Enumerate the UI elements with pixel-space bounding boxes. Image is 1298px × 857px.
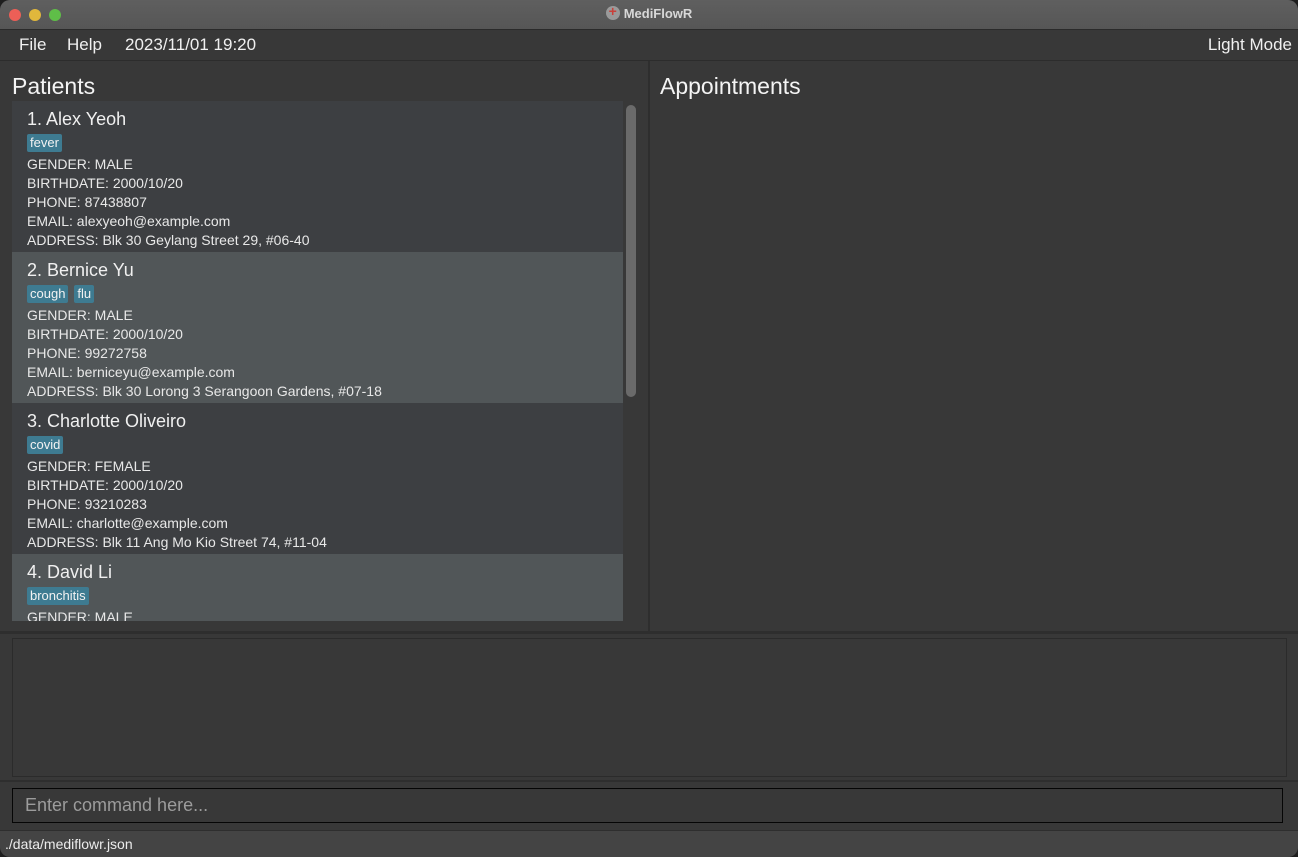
patient-address: ADDRESS: Blk 11 Ang Mo Kio Street 74, #1…	[27, 534, 327, 550]
window-title-text: MediFlowR	[623, 6, 693, 21]
patient-address: ADDRESS: Blk 30 Lorong 3 Serangoon Garde…	[27, 383, 382, 399]
patient-birthdate: BIRTHDATE: 2000/10/20	[27, 175, 183, 191]
patient-phone: PHONE: 99272758	[27, 345, 147, 361]
patient-card[interactable]: 1. Alex Yeoh fever GENDER: MALE BIRTHDAT…	[12, 101, 623, 252]
command-input[interactable]	[12, 788, 1283, 823]
patient-email: EMAIL: charlotte@example.com	[27, 515, 228, 531]
patient-tags: cough flu	[27, 285, 623, 304]
patient-gender: GENDER: MALE	[27, 609, 133, 621]
tag: flu	[74, 285, 95, 303]
patient-phone: PHONE: 93210283	[27, 496, 147, 512]
patient-birthdate: BIRTHDATE: 2000/10/20	[27, 326, 183, 342]
patient-gender: GENDER: MALE	[27, 307, 133, 323]
menu-help[interactable]: Help	[67, 35, 102, 55]
light-mode-toggle[interactable]: Light Mode	[1208, 35, 1292, 55]
title-bar: MediFlowR	[0, 0, 1298, 30]
divider	[0, 780, 1298, 782]
patient-list: 1. Alex Yeoh fever GENDER: MALE BIRTHDAT…	[12, 101, 623, 621]
save-file-path: ./data/mediflowr.json	[5, 836, 133, 852]
patient-card[interactable]: 4. David Li bronchitis GENDER: MALE	[12, 554, 623, 621]
tag: fever	[27, 134, 62, 152]
tag: covid	[27, 436, 64, 454]
patient-gender: GENDER: FEMALE	[27, 458, 151, 474]
patient-name: 2. Bernice Yu	[27, 260, 134, 280]
patient-tags: fever	[27, 134, 623, 153]
appointments-title: Appointments	[660, 73, 801, 99]
app-window: MediFlowR File Help 2023/11/01 19:20 Lig…	[0, 0, 1298, 857]
tag: bronchitis	[27, 587, 89, 605]
divider	[0, 631, 1298, 634]
tag: cough	[27, 285, 69, 303]
patients-title: Patients	[12, 73, 96, 99]
patient-tags: covid	[27, 436, 623, 455]
patient-card[interactable]: 3. Charlotte Oliveiro covid GENDER: FEMA…	[12, 403, 623, 554]
patient-card[interactable]: 2. Bernice Yu cough flu GENDER: MALE BIRT…	[12, 252, 623, 403]
appointments-panel: Appointments	[650, 61, 1298, 631]
medical-cross-icon	[605, 3, 620, 20]
patient-email: EMAIL: alexyeoh@example.com	[27, 213, 231, 229]
menu-bar: File Help 2023/11/01 19:20 Light Mode	[0, 30, 1298, 61]
patient-tags: bronchitis	[27, 587, 623, 606]
menu-file[interactable]: File	[19, 35, 46, 55]
patient-email: EMAIL: berniceyu@example.com	[27, 364, 235, 380]
patient-list-scrollbar[interactable]	[626, 105, 636, 397]
current-datetime: 2023/11/01 19:20	[125, 35, 257, 54]
patient-phone: PHONE: 87438807	[27, 194, 147, 210]
patient-birthdate: BIRTHDATE: 2000/10/20	[27, 477, 183, 493]
patient-gender: GENDER: MALE	[27, 156, 133, 172]
patient-name: 3. Charlotte Oliveiro	[27, 411, 187, 431]
status-bar: ./data/mediflowr.json	[0, 830, 1298, 857]
window-title: MediFlowR	[0, 3, 1298, 21]
result-display	[12, 638, 1287, 777]
patient-name: 4. David Li	[27, 562, 113, 582]
patient-name: 1. Alex Yeoh	[27, 109, 127, 129]
patient-address: ADDRESS: Blk 30 Geylang Street 29, #06-4…	[27, 232, 310, 248]
patients-panel: Patients 1. Alex Yeoh fever GENDER: MALE…	[0, 61, 650, 631]
